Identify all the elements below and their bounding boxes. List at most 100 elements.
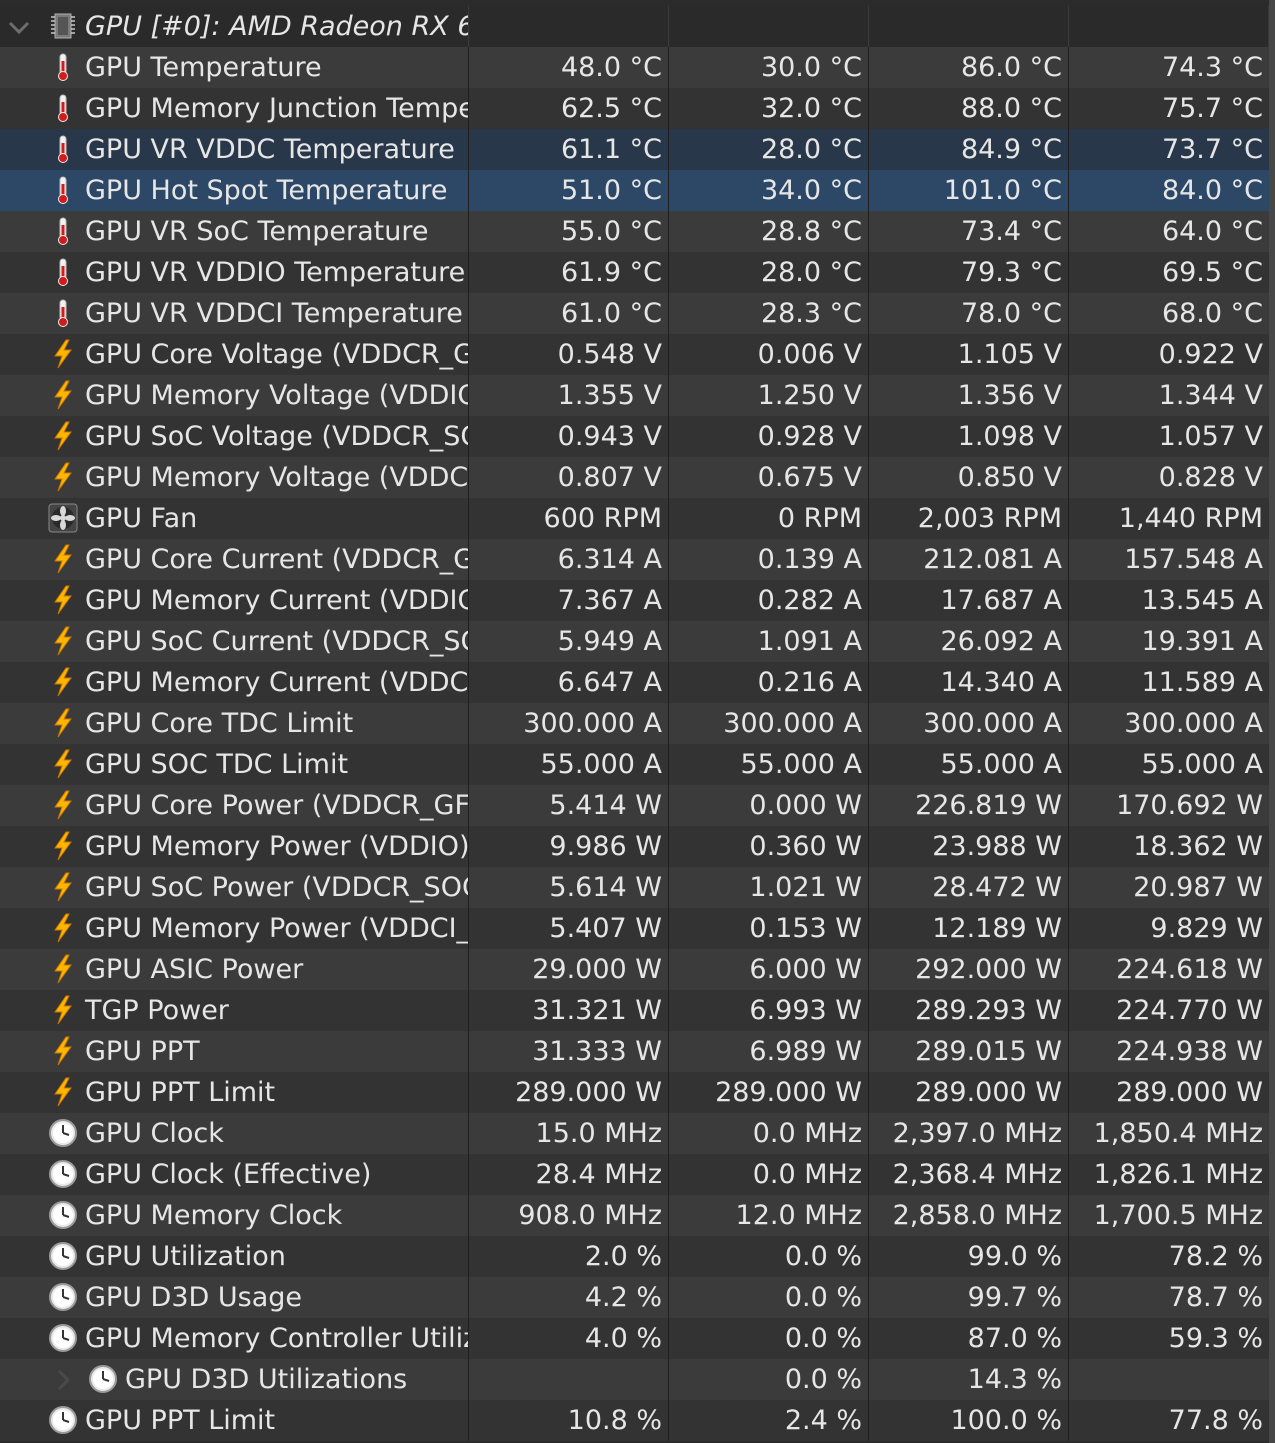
average-value: 1,850.4 MHz xyxy=(1093,1118,1263,1149)
sensor-row[interactable]: GPU Clock (Effective) 28.4 MHz 0.0 MHz 2,36… xyxy=(0,1154,1269,1195)
sensor-row[interactable]: GPU SoC Current (VDDCR_SOC) 5.949 A 1.091 … xyxy=(0,621,1269,662)
fan-icon xyxy=(48,503,78,533)
sensor-row[interactable]: GPU Memory Voltage (VDDIO) 1.355 V 1.250 V… xyxy=(0,375,1269,416)
sensor-row[interactable]: GPU Utilization 2.0 % 0.0 % 99.0 % 78.2 % xyxy=(0,1236,1269,1277)
clock-gauge-icon xyxy=(49,1201,77,1229)
minimum-value: 6.000 W xyxy=(669,949,869,990)
minimum-value: 0.282 A xyxy=(669,580,869,621)
maximum-value: 292.000 W xyxy=(869,949,1069,990)
average-value: 84.0 °C xyxy=(1161,175,1263,206)
lightning-icon xyxy=(54,913,72,943)
sensor-row[interactable]: GPU SoC Power (VDDCR_SOC) 5.614 W 1.021 W2… xyxy=(0,867,1269,908)
sensor-row[interactable]: GPU Memory Junction Tempe... 62.5 °C 32.0 … xyxy=(0,88,1269,129)
average-value: 77.8 % xyxy=(1168,1405,1263,1436)
current-value: 61.0 °C xyxy=(469,293,669,334)
sensor-name: GPU SoC Current (VDDCR_SOC) xyxy=(85,626,469,657)
current-value: 289.000 W xyxy=(469,1072,669,1113)
lightning-icon xyxy=(54,421,72,451)
lightning-icon xyxy=(54,585,72,615)
sensor-row[interactable]: GPU Memory Clock 908.0 MHz 12.0 MHz 2,858.0… xyxy=(0,1195,1269,1236)
average-value: 224.618 W xyxy=(1116,954,1263,985)
current-value: 4.2 % xyxy=(469,1277,669,1318)
average-value: 9.829 W xyxy=(1150,913,1263,944)
sensor-row[interactable]: GPU Core Power (VDDCR_GFX) 5.414 W 0.000 W… xyxy=(0,785,1269,826)
device-header-row[interactable]: GPU [#0]: AMD Radeon RX 68... xyxy=(0,6,1269,47)
sensor-row[interactable]: GPU VR VDDCI Temperature 61.0 °C 28.3 °C 78… xyxy=(0,293,1269,334)
current-value: 6.314 A xyxy=(469,539,669,580)
sensor-name: GPU Memory Power (VDDCI_... xyxy=(85,913,469,944)
minimum-value: 30.0 °C xyxy=(669,47,869,88)
sensor-row[interactable]: GPU Core TDC Limit 300.000 A 300.000 A 300.… xyxy=(0,703,1269,744)
average-value: 289.000 W xyxy=(1116,1077,1263,1108)
sensor-name-cell: GPU Fan xyxy=(0,498,469,539)
lightning-icon xyxy=(54,667,72,697)
sensor-row[interactable]: GPU Core Current (VDDCR_G... 6.314 A 0.139… xyxy=(0,539,1269,580)
maximum-value: 17.687 A xyxy=(869,580,1069,621)
sensor-name-cell: GPU SoC Voltage (VDDCR_SOC) xyxy=(0,416,469,457)
minimum-value: 0.006 V xyxy=(669,334,869,375)
sensor-row[interactable]: GPU VR VDDIO Temperature 61.9 °C 28.0 °C 79… xyxy=(0,252,1269,293)
sensor-row[interactable]: GPU D3D Usage 4.2 % 0.0 % 99.7 % 78.7 % xyxy=(0,1277,1269,1318)
vertical-scrollbar[interactable] xyxy=(1269,0,1275,1443)
minimum-value: 1.021 W xyxy=(669,867,869,908)
sensor-name: GPU VR VDDCI Temperature xyxy=(85,298,463,329)
current-value: 5.614 W xyxy=(469,867,669,908)
sensor-name: GPU D3D Utilizations xyxy=(125,1364,408,1395)
average-value: 1,700.5 MHz xyxy=(1093,1200,1263,1231)
sensor-name: GPU Clock (Effective) xyxy=(85,1159,372,1190)
sensor-row[interactable]: GPU VR VDDC Temperature 61.1 °C 28.0 °C 84.… xyxy=(0,129,1269,170)
maximum-value: 86.0 °C xyxy=(869,47,1069,88)
chevron-right-icon[interactable] xyxy=(50,1367,76,1393)
maximum-value: 1.356 V xyxy=(869,375,1069,416)
sensor-row[interactable]: GPU Fan 600 RPM 0 RPM 2,003 RPM 1,440 RPM xyxy=(0,498,1269,539)
maximum-value: 2,003 RPM xyxy=(869,498,1069,539)
minimum-value: 28.0 °C xyxy=(669,129,869,170)
device-name-cell: GPU [#0]: AMD Radeon RX 68... xyxy=(0,6,469,47)
sensor-name: GPU Temperature xyxy=(85,52,322,83)
sensor-name: GPU SoC Voltage (VDDCR_SOC) xyxy=(85,421,469,452)
sensor-row[interactable]: GPU Memory Current (VDDCI... 6.647 A 0.216… xyxy=(0,662,1269,703)
average-value: 1.344 V xyxy=(1158,380,1263,411)
sensor-row[interactable]: TGP Power 31.321 W 6.993 W 289.293 W 224.770… xyxy=(0,990,1269,1031)
clock-gauge-icon xyxy=(49,1324,77,1352)
sensor-name-cell: GPU VR VDDCI Temperature xyxy=(0,293,469,334)
sensor-row[interactable]: GPU Memory Power (VDDCI_... 5.407 W 0.153 … xyxy=(0,908,1269,949)
sensor-name: GPU Core Power (VDDCR_GFX) xyxy=(85,790,469,821)
sensor-row[interactable]: GPU PPT Limit 289.000 W 289.000 W 289.000 W… xyxy=(0,1072,1269,1113)
sensor-name-cell: GPU VR VDDC Temperature xyxy=(0,129,469,170)
sensor-row[interactable]: GPU Memory Current (VDDIO) 7.367 A 0.282 A… xyxy=(0,580,1269,621)
sensor-row[interactable]: GPU ASIC Power 29.000 W 6.000 W 292.000 W 22… xyxy=(0,949,1269,990)
sensor-row[interactable]: GPU Memory Voltage (VDDCI... 0.807 V 0.675… xyxy=(0,457,1269,498)
sensor-row[interactable]: GPU Clock 15.0 MHz 0.0 MHz 2,397.0 MHz 1,850… xyxy=(0,1113,1269,1154)
sensor-row[interactable]: GPU VR SoC Temperature 55.0 °C 28.8 °C 73.4… xyxy=(0,211,1269,252)
sensor-row[interactable]: GPU Core Voltage (VDDCR_G... 0.548 V 0.006… xyxy=(0,334,1269,375)
maximum-value: 100.0 % xyxy=(869,1400,1069,1441)
sensor-row[interactable]: GPU PPT Limit 10.8 % 2.4 % 100.0 % 77.8 % xyxy=(0,1400,1269,1441)
average-value: 1,440 RPM xyxy=(1118,503,1263,534)
current-value: 28.4 MHz xyxy=(469,1154,669,1195)
sensor-row[interactable]: GPU PPT 31.333 W 6.989 W 289.015 W 224.938 W xyxy=(0,1031,1269,1072)
average-value: 73.7 °C xyxy=(1161,134,1263,165)
sensor-row[interactable]: GPU SOC TDC Limit 55.000 A 55.000 A 55.000 … xyxy=(0,744,1269,785)
lightning-icon xyxy=(54,995,72,1025)
sensor-name: GPU PPT Limit xyxy=(85,1077,276,1108)
maximum-value: 1.105 V xyxy=(869,334,1069,375)
average-value: 0.828 V xyxy=(1158,462,1263,493)
current-value: 10.8 % xyxy=(469,1400,669,1441)
average-value: 170.692 W xyxy=(1116,790,1263,821)
sensor-name: GPU Memory Junction Tempe... xyxy=(85,93,469,124)
chevron-down-icon[interactable] xyxy=(6,14,32,40)
sensor-row[interactable]: GPU Temperature 48.0 °C 30.0 °C 86.0 °C 74.3… xyxy=(0,47,1269,88)
maximum-value: 87.0 % xyxy=(869,1318,1069,1359)
current-value: 55.0 °C xyxy=(469,211,669,252)
minimum-value: 0.0 % xyxy=(669,1318,869,1359)
current-value: 0.943 V xyxy=(469,416,669,457)
sensor-row[interactable]: GPU Memory Controller Utiliz... 4.0 % 0.0 … xyxy=(0,1318,1269,1359)
sensor-row[interactable]: GPU Memory Power (VDDIO) 9.986 W 0.360 W 23… xyxy=(0,826,1269,867)
average-value: 69.5 °C xyxy=(1161,257,1263,288)
current-value: 5.949 A xyxy=(469,621,669,662)
sensor-group-row[interactable]: GPU D3D Utilizations 0.0 % 14.3 % xyxy=(0,1359,1269,1400)
sensor-row[interactable]: GPU SoC Voltage (VDDCR_SOC) 0.943 V 0.928 … xyxy=(0,416,1269,457)
sensor-name-cell: GPU Memory Current (VDDIO) xyxy=(0,580,469,621)
sensor-row[interactable]: GPU Hot Spot Temperature 51.0 °C 34.0 °C 10… xyxy=(0,170,1269,211)
